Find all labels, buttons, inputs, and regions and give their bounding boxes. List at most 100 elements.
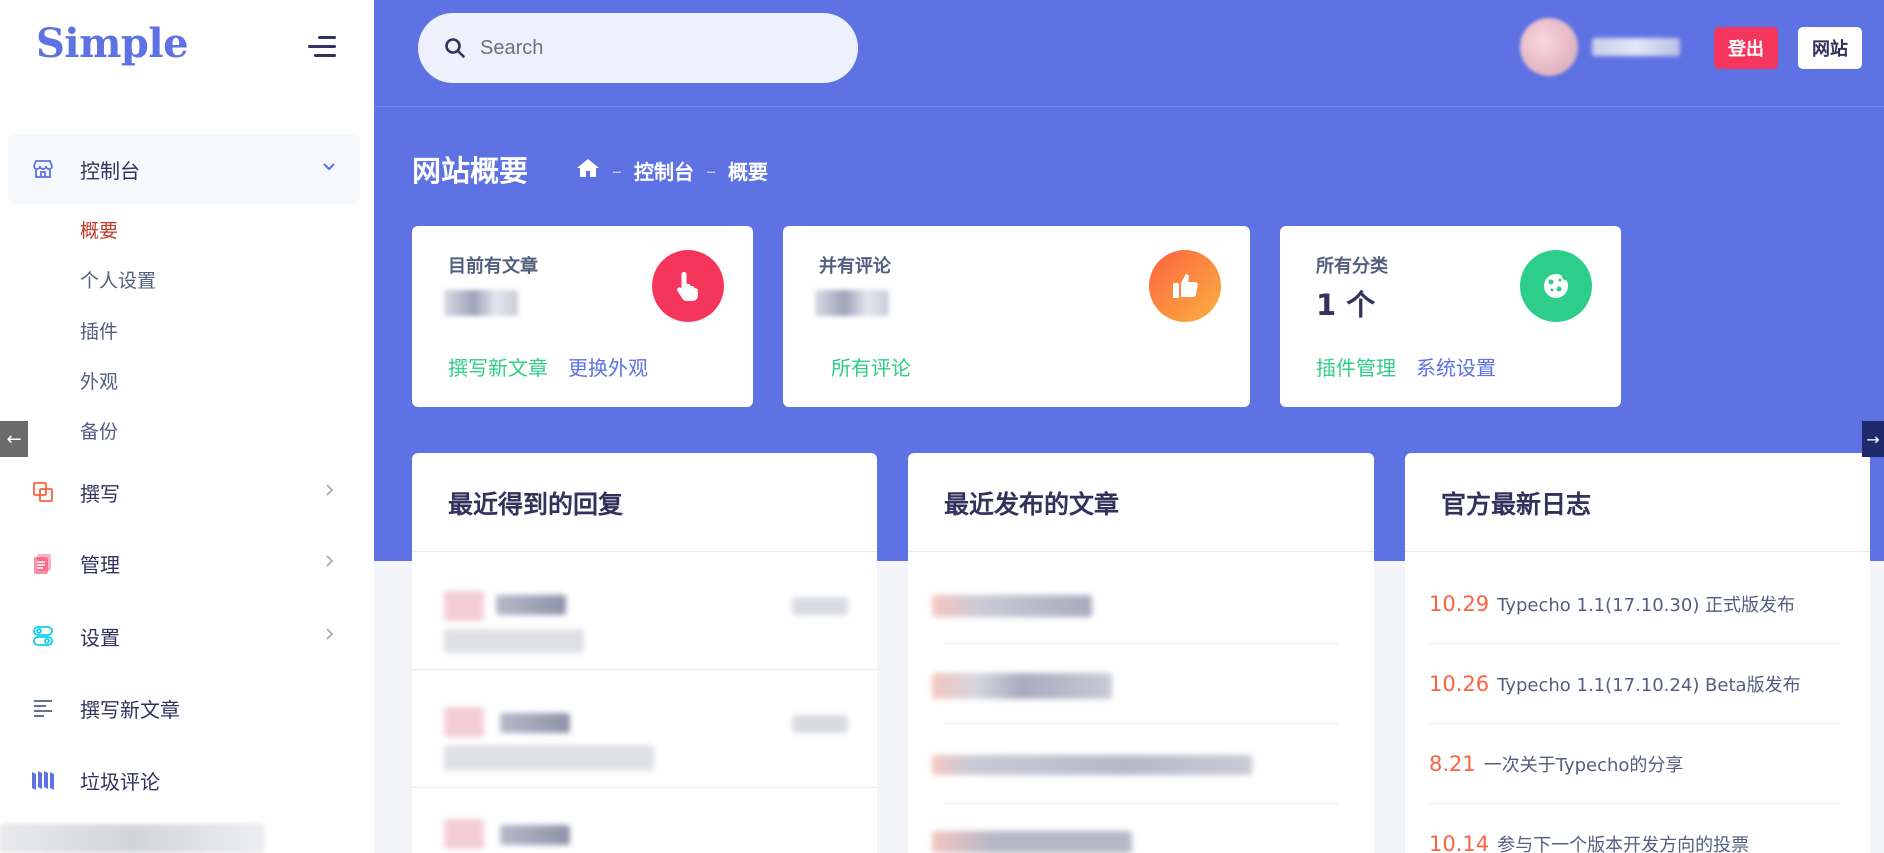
row-divider: [944, 643, 1338, 644]
panel-title: 最近发布的文章: [944, 490, 1120, 519]
stat-card-comments: 并有评论 所有评论: [783, 226, 1250, 407]
document-icon: [30, 550, 56, 576]
log-text: Typecho 1.1(17.10.30) 正式版发布: [1497, 595, 1796, 616]
sidebar-item-label: 设置: [80, 625, 120, 650]
log-item[interactable]: 10.26 Typecho 1.1(17.10.24) Beta版发布: [1429, 671, 1801, 697]
change-theme-link[interactable]: 更换外观: [568, 352, 648, 381]
chevron-right-icon: [322, 483, 336, 501]
panel-title: 最近得到的回复: [448, 490, 624, 519]
chevron-right-icon: [322, 554, 336, 572]
log-item[interactable]: 10.29 Typecho 1.1(17.10.30) 正式版发布: [1429, 591, 1795, 617]
header-divider: [374, 106, 1884, 107]
sidebar-item-label: 垃圾评论: [80, 769, 160, 794]
settings-icon: [30, 623, 56, 649]
breadcrumb-dashboard[interactable]: 控制台: [634, 156, 694, 185]
recent-posts-panel: 最近发布的文章: [908, 453, 1374, 853]
panel-header-divider: [908, 551, 1374, 552]
sidebar-item-label: 控制台: [80, 158, 140, 183]
breadcrumb: – 控制台 – 概要: [576, 156, 768, 185]
stat-links: 撰写新文章 更换外观: [448, 352, 648, 381]
home-icon[interactable]: [576, 157, 600, 184]
cookie-icon: [1520, 250, 1592, 322]
log-date: 10.26: [1429, 672, 1490, 696]
subnav-backup[interactable]: 备份: [80, 417, 118, 444]
plugin-manage-link[interactable]: 插件管理: [1316, 352, 1396, 381]
brand-logo[interactable]: Simple: [36, 20, 189, 67]
breadcrumb-overview: 概要: [728, 160, 768, 184]
log-date: 10.29: [1429, 592, 1490, 616]
panel-title: 官方最新日志: [1441, 490, 1592, 519]
subnav-plugins[interactable]: 插件: [80, 317, 118, 344]
row-divider: [1429, 643, 1839, 644]
recent-replies-panel: 最近得到的回复: [412, 453, 877, 853]
stat-value-redacted: [815, 290, 889, 316]
stat-title: 目前有文章: [448, 256, 538, 277]
page-title: 网站概要: [412, 154, 529, 188]
row-divider: [944, 723, 1338, 724]
bars-icon: [30, 767, 56, 793]
stat-links: 所有评论: [831, 352, 911, 381]
sidebar-item-settings[interactable]: 设置: [0, 606, 374, 666]
row-divider: [412, 787, 877, 788]
search-bar[interactable]: [418, 13, 858, 83]
status-bar-redacted: [0, 824, 264, 853]
align-left-icon: [30, 695, 56, 721]
stat-title: 所有分类: [1316, 256, 1388, 277]
stat-links: 插件管理 系统设置: [1316, 352, 1496, 381]
search-input[interactable]: [480, 29, 840, 67]
row-divider: [412, 669, 877, 670]
log-item[interactable]: 8.21 一次关于Typecho的分享: [1429, 751, 1683, 777]
username[interactable]: [1592, 38, 1680, 56]
panel-header-divider: [412, 551, 877, 552]
stat-card-posts: 目前有文章 撰写新文章 更换外观: [412, 226, 753, 407]
list-item[interactable]: [932, 755, 1252, 775]
subnav-personal-settings[interactable]: 个人设置: [80, 266, 156, 293]
list-item[interactable]: [932, 673, 1112, 699]
sidebar-item-label: 管理: [80, 552, 120, 577]
stat-title: 并有评论: [819, 256, 891, 277]
thumbs-up-icon: [1149, 250, 1221, 322]
pointer-hand-icon: [652, 250, 724, 322]
list-item[interactable]: [932, 831, 1132, 853]
sidebar-item-label: 撰写: [80, 481, 120, 506]
log-text: Typecho 1.1(17.10.24) Beta版发布: [1497, 675, 1801, 696]
breadcrumb-separator: –: [612, 158, 622, 183]
row-divider: [944, 803, 1338, 804]
list-item[interactable]: [932, 595, 1092, 617]
row-divider: [1429, 723, 1839, 724]
stat-card-categories: 所有分类 1 个 插件管理 系统设置: [1280, 226, 1621, 407]
log-text: 参与下一个版本开发方向的投票: [1497, 835, 1750, 853]
sidebar-item-write[interactable]: 撰写: [0, 462, 374, 522]
menu-toggle-icon[interactable]: [308, 36, 336, 58]
log-date: 10.14: [1429, 832, 1490, 853]
log-text: 一次关于Typecho的分享: [1483, 755, 1684, 776]
stat-value: 1 个: [1316, 288, 1376, 322]
avatar[interactable]: [1520, 18, 1578, 76]
sidebar-item-manage[interactable]: 管理: [0, 533, 374, 593]
log-date: 8.21: [1429, 752, 1476, 776]
store-icon: [30, 156, 56, 182]
subnav-overview[interactable]: 概要: [80, 216, 118, 243]
search-icon: [444, 37, 466, 63]
breadcrumb-separator: –: [706, 158, 716, 183]
sidebar-item-new-post[interactable]: 撰写新文章: [0, 678, 374, 738]
copy-icon: [30, 479, 56, 505]
sidebar: Simple 控制台 概要 个人设置 插件 外观 备份 撰写 管理 设置 撰写新…: [0, 0, 374, 853]
row-divider: [1429, 803, 1839, 804]
system-settings-link[interactable]: 系统设置: [1416, 352, 1496, 381]
arrow-right-icon[interactable]: →: [1862, 421, 1884, 457]
sidebar-item-label: 撰写新文章: [80, 697, 180, 722]
arrow-left-icon[interactable]: ←: [0, 421, 28, 457]
sidebar-item-spam[interactable]: 垃圾评论: [0, 750, 374, 810]
write-post-link[interactable]: 撰写新文章: [448, 352, 548, 381]
subnav-appearance[interactable]: 外观: [80, 367, 118, 394]
chevron-right-icon: [322, 627, 336, 645]
logout-button[interactable]: 登出: [1714, 27, 1778, 69]
site-button[interactable]: 网站: [1798, 27, 1862, 69]
log-item[interactable]: 10.14 参与下一个版本开发方向的投票: [1429, 831, 1749, 853]
chevron-down-icon: [322, 160, 336, 178]
all-comments-link[interactable]: 所有评论: [831, 352, 911, 381]
panel-header-divider: [1405, 551, 1870, 552]
stat-value-redacted: [444, 290, 518, 316]
sidebar-item-dashboard[interactable]: 控制台: [0, 139, 374, 199]
